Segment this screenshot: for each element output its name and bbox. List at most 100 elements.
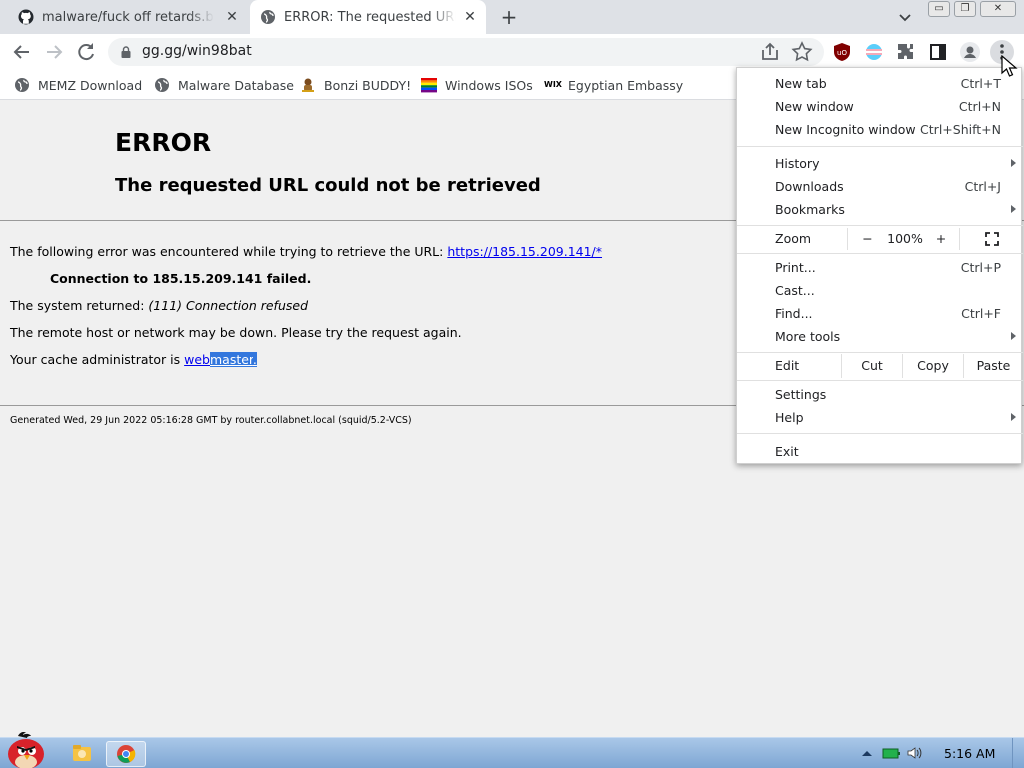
tray-expand-arrow-icon[interactable] [858, 745, 876, 761]
zoom-in-button[interactable]: + [923, 228, 959, 250]
bookmark-memz-download[interactable]: MEMZ Download [14, 76, 142, 94]
url-text[interactable]: gg.gg/win98bat [142, 43, 252, 59]
menu-edit-row: Edit Cut Copy Paste [737, 354, 1023, 378]
system-returned-label: The system returned: [10, 298, 149, 313]
cache-admin-line: Your cache administrator is webmaster. [10, 352, 257, 367]
tab-title: ERROR: The requested URL cou [284, 9, 456, 25]
menu-shortcut: Ctrl+F [961, 306, 1001, 321]
rainbow-flag-icon [421, 78, 437, 93]
taskbar: 5:16 AM [0, 732, 1024, 768]
menu-separator [737, 380, 1023, 381]
menu-downloads[interactable]: Downloads Ctrl+J [737, 175, 1023, 197]
menu-history[interactable]: History [737, 152, 1023, 174]
bookmark-label: MEMZ Download [38, 77, 143, 93]
tab-title: malware/fuck off retards.bat at [42, 9, 214, 25]
menu-label: Find... [775, 306, 813, 321]
bookmark-malware-database[interactable]: Malware Database [154, 76, 294, 94]
fullscreen-button[interactable] [959, 228, 1023, 250]
cut-button[interactable]: Cut [841, 354, 902, 378]
bonzi-icon [302, 78, 314, 92]
chrome-icon [117, 745, 136, 763]
remote-host-text: The remote host or network may be down. … [10, 325, 462, 340]
profile-avatar-icon[interactable] [958, 40, 982, 64]
new-tab-button[interactable]: + [496, 4, 522, 30]
menu-label: Bookmarks [775, 202, 845, 217]
menu-label: Print... [775, 260, 816, 275]
taskbar-clock[interactable]: 5:16 AM [944, 746, 995, 761]
edit-label: Edit [775, 358, 800, 373]
menu-label: Downloads [775, 179, 844, 194]
menu-new-incognito-window[interactable]: New Incognito window Ctrl+Shift+N [737, 118, 1023, 140]
menu-more-tools[interactable]: More tools [737, 325, 1023, 347]
menu-label: History [775, 156, 820, 171]
address-bar[interactable]: gg.gg/win98bat [108, 38, 824, 66]
error-url-link[interactable]: https://185.15.209.141/* [447, 244, 602, 259]
restore-button[interactable]: ❐ [954, 1, 976, 17]
selected-period: . [252, 352, 257, 367]
volume-speaker-icon[interactable] [906, 745, 924, 761]
zoom-out-button[interactable]: − [847, 228, 887, 250]
extensions-puzzle-icon[interactable] [894, 40, 918, 64]
menu-new-tab[interactable]: New tab Ctrl+T [737, 72, 1023, 94]
show-desktop-button[interactable] [1012, 738, 1024, 768]
globe-icon [261, 10, 275, 24]
forward-arrow-icon[interactable] [42, 40, 66, 64]
file-explorer-icon[interactable] [62, 741, 102, 767]
lock-icon[interactable] [120, 46, 132, 58]
submenu-arrow-icon [1011, 413, 1016, 421]
svg-text:uO: uO [837, 49, 847, 57]
bookmark-egyptian-embassy[interactable]: WIX Egyptian Embassy [544, 76, 683, 94]
share-icon[interactable] [758, 40, 782, 64]
star-icon[interactable] [790, 40, 814, 64]
menu-new-window[interactable]: New window Ctrl+N [737, 95, 1023, 117]
trans-flag-extension-icon[interactable] [862, 40, 886, 64]
copy-button[interactable]: Copy [902, 354, 963, 378]
menu-print[interactable]: Print... Ctrl+P [737, 256, 1023, 278]
page-title: ERROR [115, 128, 212, 157]
bookmark-windows-isos[interactable]: Windows ISOs [421, 76, 533, 94]
bookmark-bonzi-buddy[interactable]: Bonzi BUDDY! [300, 76, 411, 94]
menu-find[interactable]: Find... Ctrl+F [737, 302, 1023, 324]
paste-button[interactable]: Paste [963, 354, 1023, 378]
webmaster-link[interactable]: webmaster [184, 352, 253, 367]
tab-error-page[interactable]: ERROR: The requested URL cou ✕ [250, 0, 486, 34]
globe-icon [15, 78, 29, 92]
bookmark-label: Malware Database [178, 77, 294, 93]
system-returned-error: (111) Connection refused [148, 298, 308, 313]
chrome-taskbar-button[interactable] [106, 741, 146, 767]
menu-label: Cast... [775, 283, 815, 298]
angry-bird-start-icon[interactable] [4, 730, 50, 768]
side-panel-icon[interactable] [926, 40, 950, 64]
menu-separator [737, 225, 1023, 226]
menu-label: Settings [775, 387, 827, 402]
menu-settings[interactable]: Settings [737, 383, 1023, 405]
tab-github[interactable]: malware/fuck off retards.bat at ✕ [8, 0, 248, 34]
minimize-button[interactable]: ▭ [928, 1, 950, 17]
github-icon [18, 9, 34, 25]
mouse-cursor-icon [1001, 55, 1018, 77]
cache-admin-label: Your cache administrator is [10, 352, 185, 367]
tab-strip: malware/fuck off retards.bat at ✕ ERROR:… [0, 0, 1024, 34]
chevron-down-icon[interactable] [895, 7, 915, 27]
close-icon[interactable]: ✕ [224, 9, 240, 25]
menu-cast[interactable]: Cast... [737, 279, 1023, 301]
close-icon[interactable]: ✕ [462, 9, 478, 25]
menu-exit[interactable]: Exit [737, 440, 1023, 462]
menu-bookmarks[interactable]: Bookmarks [737, 198, 1023, 220]
fullscreen-icon [984, 232, 999, 246]
back-arrow-icon[interactable] [10, 40, 34, 64]
system-returned-line: The system returned: (111) Connection re… [10, 298, 308, 313]
close-window-button[interactable]: ✕ [980, 1, 1016, 17]
menu-label: New Incognito window [775, 122, 916, 137]
ublock-origin-icon[interactable]: uO [830, 40, 854, 64]
zoom-level: 100% [887, 231, 923, 246]
bookmark-label: Bonzi BUDDY! [324, 77, 412, 93]
bookmark-label: Windows ISOs [445, 77, 533, 93]
battery-icon[interactable] [882, 745, 900, 761]
reload-icon[interactable] [74, 40, 98, 64]
menu-shortcut: Ctrl+P [960, 260, 1001, 275]
submenu-arrow-icon [1011, 332, 1016, 340]
menu-separator [737, 253, 1023, 254]
menu-separator [737, 352, 1023, 353]
menu-help[interactable]: Help [737, 406, 1023, 428]
